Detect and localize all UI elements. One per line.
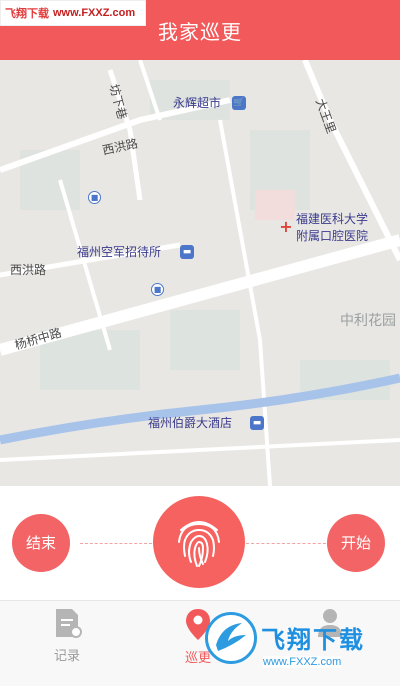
watermark-url: www.FXXZ.com bbox=[263, 656, 342, 668]
area-label: 中利花园 bbox=[340, 313, 396, 329]
hotel-icon: ▬ bbox=[250, 416, 264, 430]
poi-label: 附属口腔医院 bbox=[296, 229, 369, 243]
hospital-icon: + bbox=[279, 217, 293, 236]
start-button[interactable]: 开始 bbox=[327, 514, 385, 572]
poi-label: 福州伯爵大酒店 bbox=[148, 416, 233, 430]
tab-label: 记录 bbox=[53, 649, 80, 664]
street-label: 西洪路 bbox=[10, 263, 47, 277]
map-view[interactable]: 坊下巷 永辉超市 🛒 大王里 西洪路 ■ + 福建医科大学 附属口腔医院 福州空… bbox=[0, 60, 400, 486]
tab-record[interactable]: 记录 bbox=[37, 607, 97, 664]
watermark-bottom: 飞翔下载 www.FXXZ.com bbox=[205, 612, 400, 686]
bus-stop-icon: ■ bbox=[88, 191, 101, 204]
watermark-brand: 飞翔下载 bbox=[261, 626, 365, 654]
dashed-connector bbox=[80, 543, 152, 544]
watermark-url: www.FXXZ.com bbox=[53, 7, 136, 19]
bus-stop-icon: ■ bbox=[151, 283, 164, 296]
poi-label: 福建医科大学 bbox=[296, 212, 369, 226]
fingerprint-button[interactable] bbox=[153, 496, 245, 588]
end-button[interactable]: 结束 bbox=[12, 514, 70, 572]
hotel-icon: ▬ bbox=[180, 245, 194, 259]
patrol-controls: 结束 开始 bbox=[0, 486, 400, 600]
watermark-logo-icon bbox=[205, 612, 257, 664]
watermark-top: 飞翔下载 www.FXXZ.com bbox=[0, 0, 146, 26]
dashed-connector bbox=[246, 543, 326, 544]
poi-label: 永辉超市 bbox=[173, 96, 222, 110]
poi-label: 福州空军招待所 bbox=[77, 245, 162, 259]
shopping-cart-icon: 🛒 bbox=[232, 96, 246, 110]
watermark-prefix: 飞翔下载 bbox=[5, 8, 49, 20]
record-icon bbox=[56, 609, 82, 638]
fingerprint-icon bbox=[178, 521, 220, 567]
